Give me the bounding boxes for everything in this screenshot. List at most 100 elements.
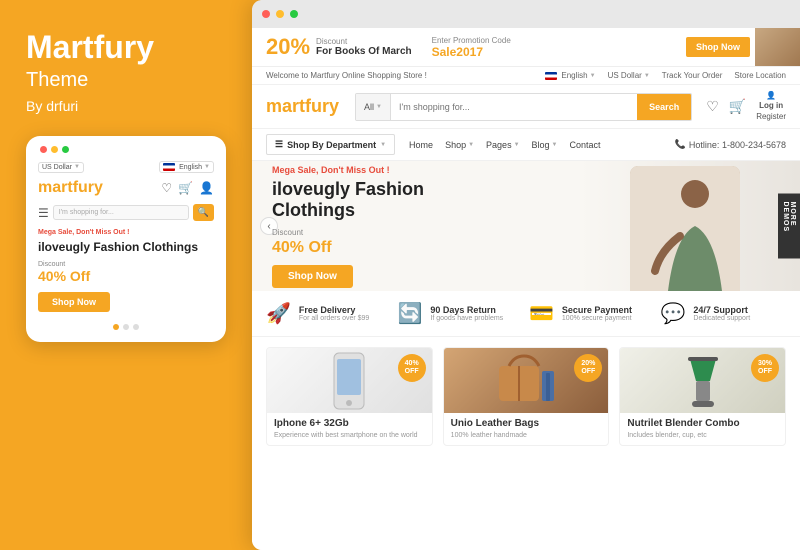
feature-return-desc: If goods have problems <box>430 315 503 322</box>
category-navigation: ☰ Shop By Department ▼ Home Shop ▼ Pages… <box>252 129 800 161</box>
product-name-iphone: Iphone 6+ 32Gb <box>274 418 425 429</box>
promo-enter-label: Enter Promotion Code <box>432 36 511 45</box>
carousel-dot-2[interactable] <box>123 324 129 330</box>
feature-delivery-title: Free Delivery <box>299 305 369 315</box>
search-category-dropdown[interactable]: All ▼ <box>356 94 391 120</box>
promo-shop-now-button[interactable]: Shop Now <box>686 37 750 57</box>
utility-currency-arrow: ▼ <box>644 73 650 79</box>
more-demos-button[interactable]: MORE DEMOS <box>778 194 800 259</box>
mobile-nav-icons: ♡ 🛒 👤 <box>161 181 214 195</box>
mobile-currency-selector[interactable]: US Dollar ▼ <box>38 162 84 173</box>
left-panel: Martfury Theme By drfuri US Dollar ▼ Eng… <box>0 0 245 550</box>
mobile-promo-text: Mega Sale, Don't Miss Out ! <box>36 229 216 236</box>
mobile-discount-label: Discount <box>36 261 216 268</box>
pages-dropdown-arrow: ▼ <box>514 142 520 148</box>
hero-title: iloveugly Fashion Clothings <box>272 179 424 222</box>
mobile-user-icon[interactable]: 👤 <box>199 181 214 195</box>
mobile-shop-now-button[interactable]: Shop Now <box>38 292 110 312</box>
hero-person-svg <box>630 166 740 291</box>
mobile-search-button[interactable]: 🔍 <box>193 204 214 221</box>
promo-text-block: Discount For Books Of March <box>316 37 412 57</box>
hero-person-image <box>630 166 740 291</box>
promo-banner: 20% Discount For Books Of March Enter Pr… <box>252 28 800 67</box>
product-desc-iphone: Experience with best smartphone on the w… <box>274 431 425 440</box>
browser-minimize-dot[interactable] <box>276 10 284 18</box>
payment-icon: 💳 <box>529 301 554 326</box>
return-icon: 🔄 <box>398 301 423 326</box>
cart-icon-button[interactable]: 🛒 <box>729 98 746 115</box>
right-panel: 20% Discount For Books Of March Enter Pr… <box>252 0 800 550</box>
feature-payment-desc: 100% secure payment <box>562 315 632 322</box>
promo-code-block: Enter Promotion Code Sale2017 <box>432 36 511 59</box>
search-button[interactable]: Search <box>637 94 691 120</box>
product-name-bags: Unio Leather Bags <box>451 418 602 429</box>
wishlist-icon-button[interactable]: ♡ <box>706 98 719 115</box>
mobile-discount-value: 40% Off <box>36 268 216 284</box>
brand-title: Martfury <box>26 30 225 65</box>
product-info-blender: Nutrilet Blender Combo Includes blender,… <box>620 413 785 445</box>
utility-store-location-link[interactable]: Store Location <box>734 71 786 80</box>
carousel-dot-1[interactable] <box>113 324 119 330</box>
nav-link-shop[interactable]: Shop ▼ <box>445 140 474 150</box>
utility-currency-selector[interactable]: US Dollar ▼ <box>608 71 650 80</box>
mobile-carousel-nav <box>36 320 216 332</box>
browser-close-dot[interactable] <box>262 10 270 18</box>
product-name-blender: Nutrilet Blender Combo <box>627 418 778 429</box>
browser-maximize-dot[interactable] <box>290 10 298 18</box>
mobile-cart-icon[interactable]: 🛒 <box>178 181 193 195</box>
mobile-search-input[interactable]: I'm shopping for... <box>53 205 189 220</box>
mobile-language-selector[interactable]: English ▼ <box>159 161 214 173</box>
mobile-menu-icon[interactable]: ☰ <box>38 206 49 220</box>
shop-dropdown-arrow: ▼ <box>468 142 474 148</box>
search-input[interactable] <box>391 94 637 120</box>
mobile-hero-title: iloveugly Fashion Clothings <box>36 240 216 256</box>
hero-image <box>630 166 740 291</box>
iphone-svg <box>324 351 374 411</box>
nav-link-contact[interactable]: Contact <box>570 140 601 150</box>
mobile-logo-row: martfury ♡ 🛒 👤 <box>36 179 216 197</box>
brand-by: By drfuri <box>26 98 225 114</box>
hero-section: ‹ Mega Sale, Don't Miss Out ! iloveugly … <box>252 161 800 291</box>
promo-discount-label: Discount <box>316 37 412 46</box>
product-card-iphone[interactable]: 40%OFF Iphone 6+ 32Gb Experience with be… <box>266 347 433 446</box>
blender-svg <box>678 351 728 411</box>
utility-track-order-link[interactable]: Track Your Order <box>662 71 723 80</box>
feature-payment: 💳 Secure Payment 100% secure payment <box>529 301 655 326</box>
login-icon: 👤 <box>756 91 786 101</box>
shop-by-department-button[interactable]: ☰ Shop By Department ▼ <box>266 134 395 155</box>
product-card-bags[interactable]: 20%OFF Unio Leather Bags 100% leather ha… <box>443 347 610 446</box>
hero-shop-now-button[interactable]: Shop Now <box>272 265 353 288</box>
feature-delivery-desc: For all orders over $99 <box>299 315 369 322</box>
bags-svg <box>494 351 559 411</box>
product-badge-blender: 30%OFF <box>751 354 779 382</box>
product-info-bags: Unio Leather Bags 100% leather handmade <box>444 413 609 445</box>
utility-language-selector[interactable]: English ▼ <box>545 71 595 80</box>
mobile-search-row: ☰ I'm shopping for... 🔍 <box>36 204 216 221</box>
feature-support-title: 24/7 Support <box>693 305 750 315</box>
product-badge-iphone: 40%OFF <box>398 354 426 382</box>
product-desc-blender: Includes blender, cup, etc <box>627 431 778 440</box>
product-info-iphone: Iphone 6+ 32Gb Experience with best smar… <box>267 413 432 445</box>
utility-bar-right: English ▼ US Dollar ▼ Track Your Order S… <box>545 71 786 80</box>
mobile-wishlist-icon[interactable]: ♡ <box>161 181 172 195</box>
cart-icon: 🛒 <box>729 98 746 115</box>
product-grid: 40%OFF Iphone 6+ 32Gb Experience with be… <box>252 337 800 456</box>
login-register-block[interactable]: 👤 Log in Register <box>756 91 786 122</box>
promo-percent: 20% <box>266 34 310 60</box>
mobile-top-bar: US Dollar ▼ English ▼ <box>36 161 216 173</box>
search-category-arrow: ▼ <box>376 104 382 110</box>
delivery-icon: 🚀 <box>266 301 291 326</box>
menu-icon: ☰ <box>275 139 283 150</box>
nav-link-home[interactable]: Home <box>409 140 433 150</box>
carousel-dot-3[interactable] <box>133 324 139 330</box>
feature-support: 💬 24/7 Support Dedicated support <box>661 301 787 326</box>
feature-support-desc: Dedicated support <box>693 315 750 322</box>
dept-dropdown-arrow: ▼ <box>380 142 386 148</box>
main-navigation: martfury All ▼ Search ♡ 🛒 👤 Lo <box>252 85 800 129</box>
nav-link-blog[interactable]: Blog ▼ <box>532 140 558 150</box>
product-card-blender[interactable]: 30%OFF Nutrilet Blender Combo Includes b… <box>619 347 786 446</box>
promo-banner-image <box>755 28 800 66</box>
browser-chrome-bar <box>252 0 800 28</box>
nav-link-pages[interactable]: Pages ▼ <box>486 140 519 150</box>
site-logo[interactable]: martfury <box>266 96 339 117</box>
